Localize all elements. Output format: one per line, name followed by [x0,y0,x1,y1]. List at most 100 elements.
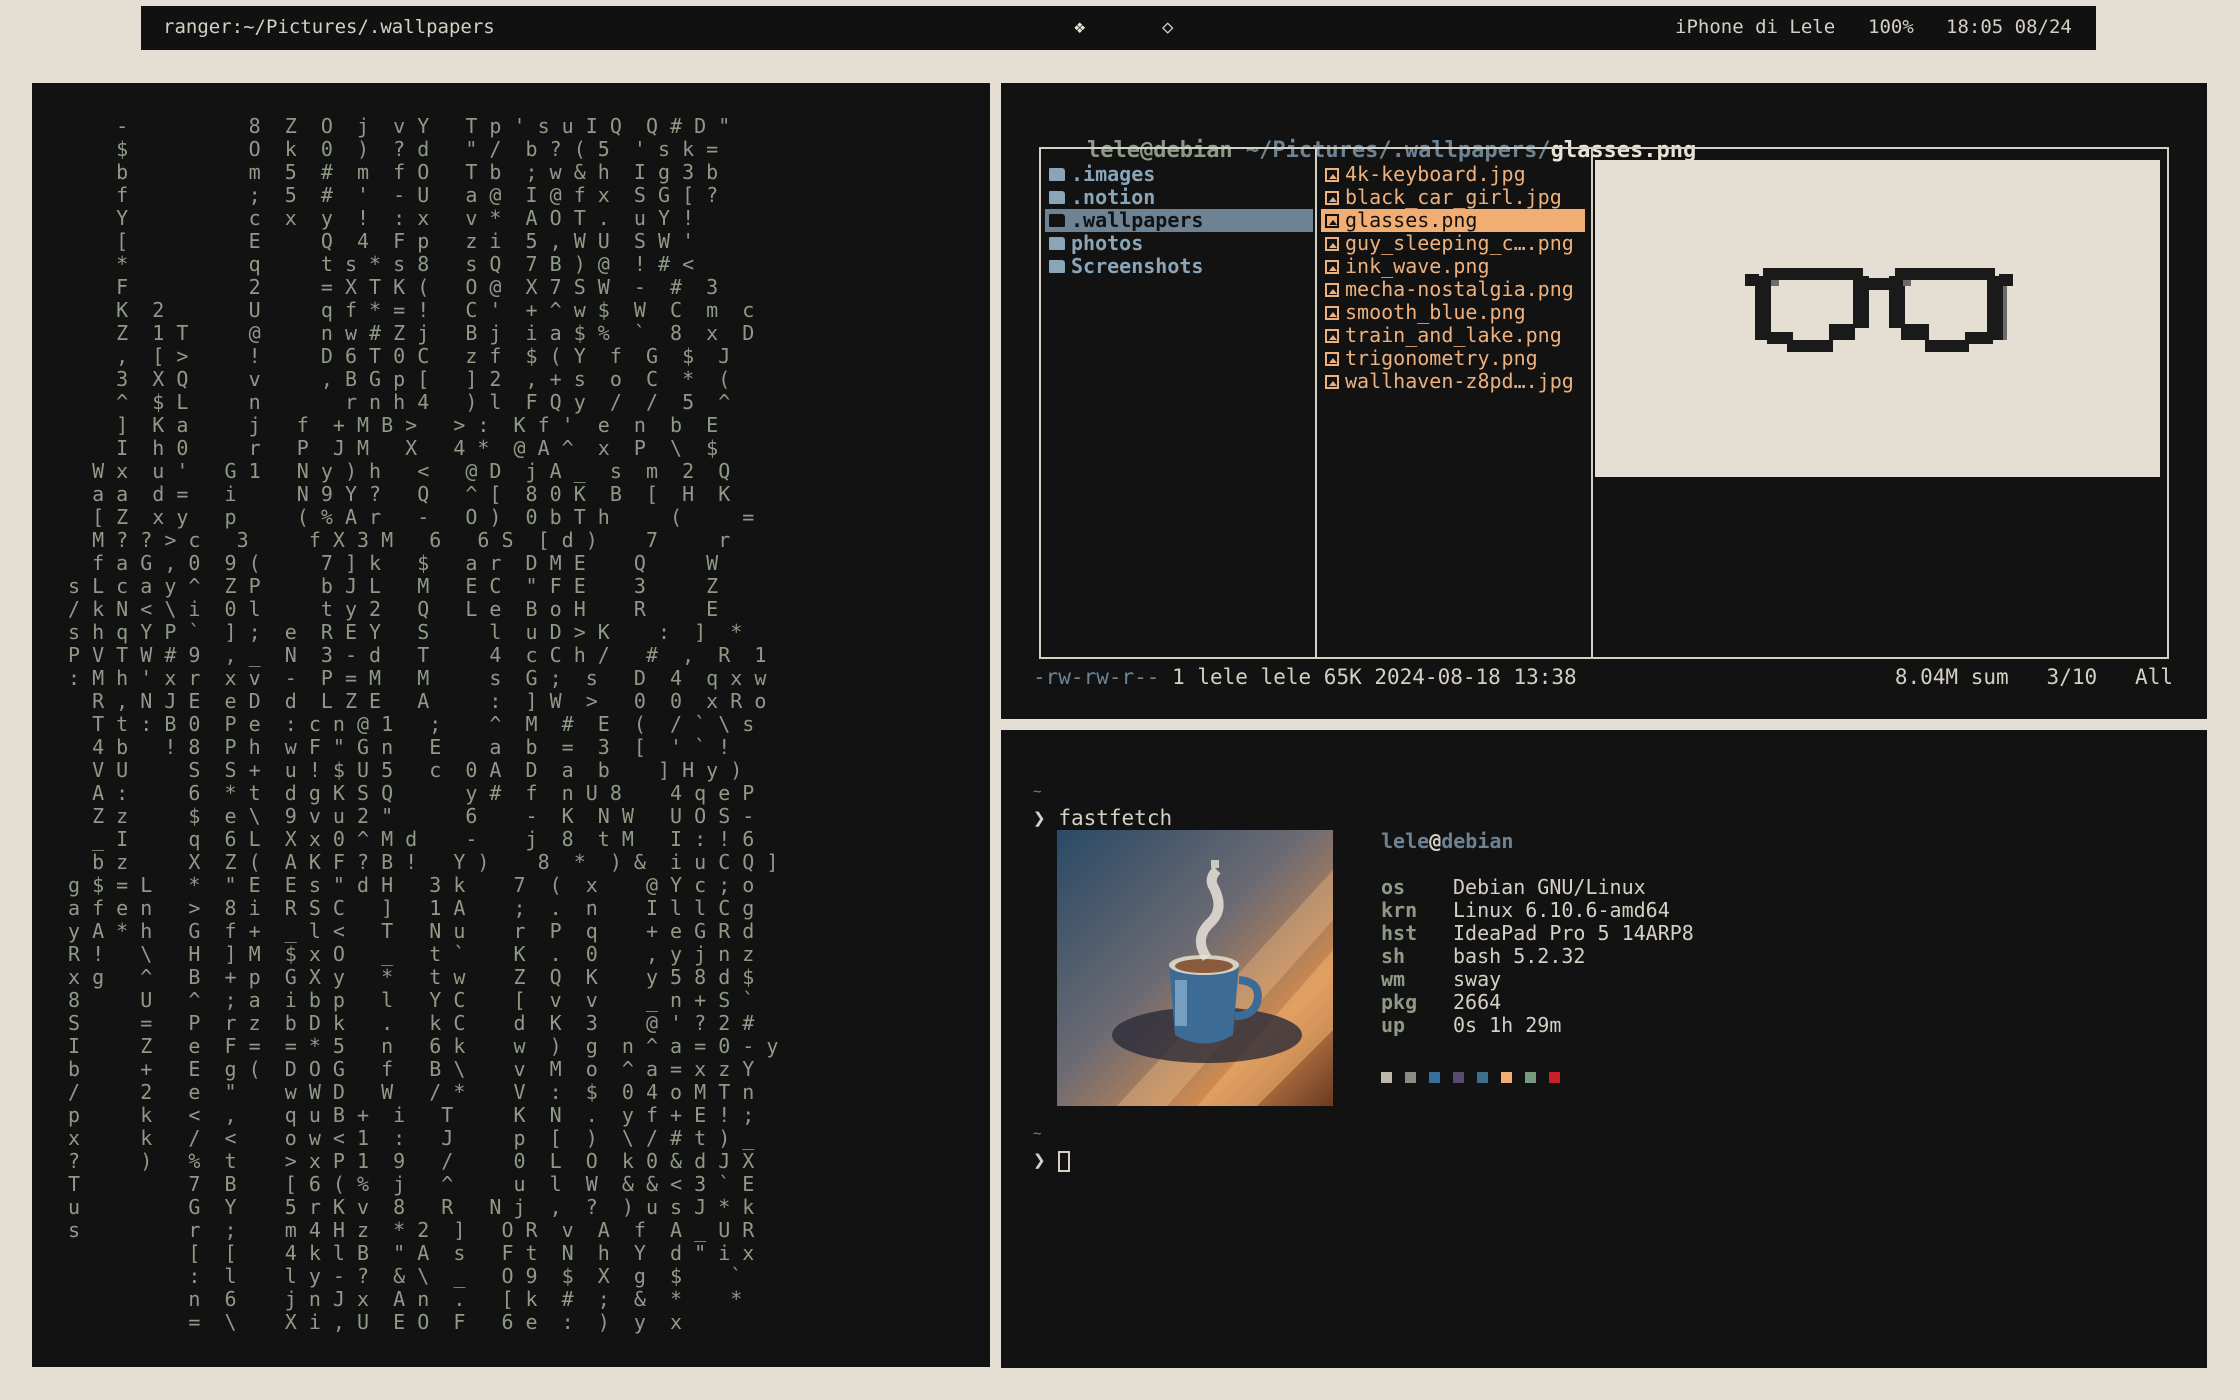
matrix-line: * q t s * s 8 s Q 7 B ) @ ! # < [68,252,695,276]
image-file-icon [1325,236,1339,251]
file-item[interactable]: mecha-nostalgia.png [1321,278,1585,301]
matrix-line: b m 5 # m f O T b ; w & h I g 3 b [68,160,719,184]
matrix-line: [ Z x y p ( % A r - O ) 0 b T h ( = [68,505,755,529]
folder-icon [1049,237,1065,250]
directory-item[interactable]: .images [1045,163,1313,186]
file-name: smooth_blue.png [1345,300,1526,324]
fastfetch-row: pkg 2664 [1381,991,1694,1014]
matrix-line: K 2 U q f * = ! C ' + ^ w $ W C m c [68,298,755,322]
matrix-line: M ? ? > c 3 f X 3 M 6 6 S [ d ) 7 r [68,528,731,552]
workspace-2-icon[interactable]: ◇ [1162,16,1173,38]
glasses-image [1745,268,2013,352]
fastfetch-value: sway [1453,967,1502,991]
active-prompt[interactable]: ❯ [1033,1148,1071,1172]
fastfetch-row: up 0s 1h 29m [1381,1014,1694,1037]
directory-item[interactable]: .wallpapers [1045,209,1313,232]
matrix-line: $ O k 0 ) ? d " / b ? ( 5 ' s k = [68,137,719,161]
fastfetch-row: hst IdeaPad Pro 5 14ARP8 [1381,922,1694,945]
fastfetch-row: sh bash 5.2.32 [1381,945,1694,968]
fastfetch-title: lele@debian [1381,830,1513,853]
fastfetch-value: 0s 1h 29m [1453,1013,1562,1037]
file-name: 4k-keyboard.jpg [1345,162,1526,186]
matrix-line: [ E Q 4 F p z i 5 , W U S W ' [68,229,695,253]
workspace-1-icon[interactable]: ❖ [1074,16,1085,38]
directory-name: .notion [1071,185,1156,209]
directory-item[interactable]: photos [1045,232,1313,255]
matrix-line: 3 X Q v , B G p [ ] 2 , + s o C * ( [68,367,731,391]
matrix-line: ^ $ L n r n h 4 ) l F Q y / / 5 ^ [68,390,731,414]
matrix-line: I h 0 r P J M X 4 * @ A ^ x P \ $ [68,436,719,460]
command-line: ❯ fastfetch [1033,806,1172,830]
matrix-line: _ I q 6 L X x 0 ^ M d - j 8 t M I : ! 6 [68,827,755,851]
matrix-line: x k / < o w < 1 : J p [ ) \ / # t ) _ [68,1126,755,1150]
matrix-line: : M h ' x r x v - P = M M s G ; s D 4 q … [68,666,767,690]
matrix-line: S = P r z b D k . k C d K 3 @ ' ? 2 # [68,1011,755,1035]
matrix-line: = \ X i , U E O F 6 e : ) y x [68,1310,683,1334]
image-file-icon [1325,259,1339,274]
file-item[interactable]: black_car_girl.jpg [1321,186,1585,209]
terminal-window[interactable]: ~ ❯ fastfetch lele@debian os Debian GNU/L… [1001,730,2207,1368]
matrix-line: Y c x y ! : x v * A O T . u Y ! [68,206,695,230]
battery-level: 100% [1868,16,1914,38]
file-item[interactable]: trigonometry.png [1321,347,1585,370]
current-directory-list: 4k-keyboard.jpg black_car_girl.jpg glasses… [1321,163,1585,393]
matrix-terminal-window[interactable]: - 8 Z O j v Y T p ' s u I Q Q # D " $ O … [32,83,990,1367]
file-name: black_car_girl.jpg [1345,185,1562,209]
matrix-line: a f e n > 8 i R S C ] 1 A ; . n I l l C … [68,896,755,920]
matrix-rain-text: - 8 Z O j v Y T p ' s u I Q Q # D " $ O … [68,115,778,1334]
image-file-icon [1325,328,1339,343]
image-file-icon [1325,190,1339,205]
file-name: ink_wave.png [1345,254,1490,278]
file-item[interactable]: guy_sleeping_c….png [1321,232,1585,255]
file-name: mecha-nostalgia.png [1345,277,1574,301]
matrix-line: , [ > ! D 6 T 0 C z f $ ( Y f G $ J [68,344,731,368]
ff-at: @ [1429,829,1442,853]
file-item[interactable]: smooth_blue.png [1321,301,1585,324]
matrix-line: b z X Z ( A K F ? B ! Y ) 8 * ) & i u C … [68,850,779,874]
fastfetch-key: wm [1381,967,1406,991]
file-name: glasses.png [1345,208,1478,232]
fastfetch-key: os [1381,875,1406,899]
folder-icon [1049,168,1065,181]
file-name: guy_sleeping_c….png [1345,231,1574,255]
color-swatch [1549,1072,1560,1083]
matrix-line: n 6 j n J x A n . [ k # ; & * * [68,1287,743,1311]
matrix-line: T t : B 0 P e : c n @ 1 ; ^ M # E ( / ` … [68,712,755,736]
directory-name: .images [1071,162,1156,186]
matrix-line: Z z $ e \ 9 v u 2 " 6 - K N W U O S - [68,804,755,828]
fastfetch-value: IdeaPad Pro 5 14ARP8 [1453,921,1694,945]
matrix-line: / 2 e " w W D W / * V : $ 0 4 o M T n [68,1080,755,1104]
directory-item[interactable]: .notion [1045,186,1313,209]
top-bar: ranger:~/Pictures/.wallpapers ❖ ◇ iPhone… [141,6,2096,50]
file-name: train_and_lake.png [1345,323,1562,347]
matrix-line: 8 U ^ ; a i b p l Y C [ v v _ n + S ` [68,988,755,1012]
matrix-line: / k N < \ i 0 l t y 2 Q L e B o H R E [68,597,719,621]
fastfetch-row: os Debian GNU/Linux [1381,876,1694,899]
fastfetch-value: 2664 [1453,990,1502,1014]
prompt-symbol: ❯ [1033,806,1046,830]
directory-name: Screenshots [1071,254,1204,278]
directory-item[interactable]: Screenshots [1045,255,1313,278]
file-item[interactable]: 4k-keyboard.jpg [1321,163,1585,186]
folder-icon [1049,191,1065,204]
matrix-line: f a G , 0 9 ( 7 ] k $ a r D M E Q W [68,551,719,575]
matrix-line: p k < , q u B + i T K N . y f + E ! ; [68,1103,755,1127]
matrix-line: [ [ 4 k l B " A s F t N h Y d " i x [68,1241,755,1265]
fastfetch-info: os Debian GNU/Linux krn Linux 6.10.6-amd64 h… [1381,876,1694,1037]
clock: 18:05 08/24 [1946,16,2072,38]
matrix-line: Z 1 T @ n w # Z j B j i a $ % ` 8 x D [68,321,755,345]
column-divider [1591,149,1593,657]
image-file-icon [1325,167,1339,182]
directory-name: photos [1071,231,1144,255]
parent-directory-list: .images .notion .wallpapers photos Screensho… [1045,163,1313,278]
file-item[interactable]: ink_wave.png [1321,255,1585,278]
directory-name: .wallpapers [1071,208,1204,232]
file-item[interactable]: train_and_lake.png [1321,324,1585,347]
window-title: ranger:~/Pictures/.wallpapers [163,16,495,38]
matrix-line: u G Y 5 r K v 8 R N j , ? ) u s J * k [68,1195,755,1219]
matrix-line: W x u ' G 1 N y ) h < @ D j A _ s m 2 Q [68,459,731,483]
file-item[interactable]: wallhaven-z8pd….jpg [1321,370,1585,393]
file-item[interactable]: glasses.png [1321,209,1585,232]
matrix-line: ] K a j f + M B > > : K f ' e n b E [68,413,719,437]
matrix-line: - 8 Z O j v Y T p ' s u I Q Q # D " [68,114,731,138]
